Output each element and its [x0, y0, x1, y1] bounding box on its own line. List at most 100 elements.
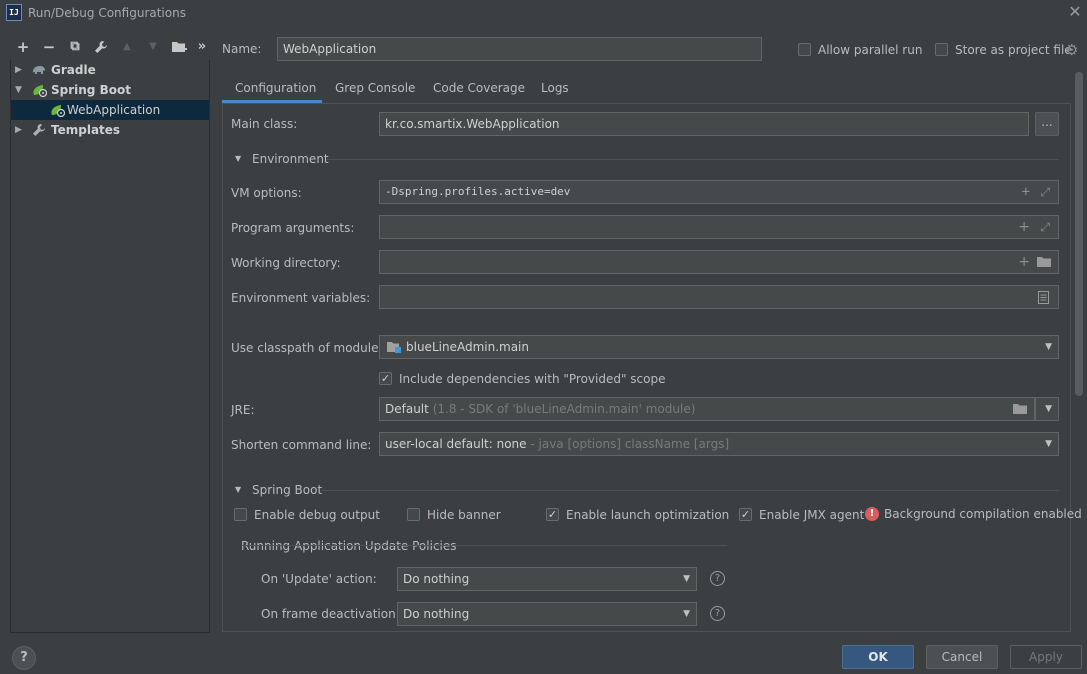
- working-directory-input[interactable]: +: [379, 250, 1059, 274]
- collapse-arrow-icon[interactable]: ▼: [235, 154, 241, 163]
- hide-banner-label: Hide banner: [427, 508, 501, 522]
- update-policies-title: Running Application Update Policies: [241, 539, 457, 553]
- vm-options-label: VM options:: [231, 186, 302, 200]
- configuration-tree[interactable]: ▶ Gradle ▼ Spring Boot WebApplication ▶ …: [10, 60, 210, 633]
- tab-configuration[interactable]: Configuration: [222, 78, 322, 103]
- jre-label: JRE:: [231, 403, 255, 417]
- folder-icon[interactable]: [1012, 403, 1028, 415]
- expand-icon[interactable]: ⤢: [1040, 216, 1050, 238]
- store-project-checkbox[interactable]: [935, 43, 948, 56]
- collapse-arrow-icon[interactable]: ▼: [235, 485, 241, 494]
- tree-item-label: WebApplication: [67, 103, 161, 117]
- jre-input[interactable]: Default (1.8 - SDK of 'blueLineAdmin.mai…: [379, 397, 1035, 421]
- on-update-select[interactable]: Do nothing ▼: [397, 567, 697, 591]
- wrench-icon[interactable]: [92, 38, 110, 56]
- remove-configuration-button[interactable]: −: [40, 38, 58, 56]
- vm-options-input[interactable]: -Dspring.profiles.active=dev + ⤢: [379, 180, 1059, 204]
- folder-icon[interactable]: [1036, 256, 1052, 268]
- expand-arrow-icon[interactable]: ▶: [15, 60, 22, 80]
- enable-jmx-agent-checkbox[interactable]: ✓: [739, 508, 752, 521]
- include-dependencies-checkbox[interactable]: ✓: [379, 372, 392, 385]
- browse-main-class-button[interactable]: ...: [1035, 112, 1059, 136]
- program-arguments-label: Program arguments:: [231, 221, 355, 235]
- allow-parallel-label: Allow parallel run: [818, 43, 923, 57]
- chevron-down-icon: ▼: [1045, 404, 1052, 414]
- vertical-scrollbar[interactable]: [1075, 72, 1083, 396]
- enable-launch-optimization-checkbox[interactable]: ✓: [546, 508, 559, 521]
- main-class-input[interactable]: kr.co.smartix.WebApplication: [379, 112, 1029, 136]
- section-divider: [322, 490, 1059, 491]
- tree-item-gradle[interactable]: ▶ Gradle: [11, 60, 209, 80]
- expand-arrow-icon[interactable]: ▶: [15, 120, 22, 140]
- classpath-select[interactable]: blueLineAdmin.main ▼: [379, 335, 1059, 359]
- tree-item-templates[interactable]: ▶ Templates: [11, 120, 209, 140]
- help-button[interactable]: ?: [12, 646, 36, 670]
- move-up-button[interactable]: ▲: [118, 38, 136, 56]
- allow-parallel-checkbox[interactable]: [798, 43, 811, 56]
- chevron-down-icon: ▼: [1045, 439, 1052, 449]
- wrench-icon: [32, 123, 46, 143]
- cancel-button[interactable]: Cancel: [926, 645, 998, 669]
- new-folder-icon[interactable]: [170, 38, 188, 56]
- vm-options-value: -Dspring.profiles.active=dev: [385, 185, 571, 198]
- enable-debug-output-label: Enable debug output: [254, 508, 380, 522]
- classpath-value: blueLineAdmin.main: [406, 340, 529, 354]
- section-divider: [327, 159, 1059, 160]
- enable-debug-output-checkbox[interactable]: [234, 508, 247, 521]
- shorten-command-label: Shorten command line:: [231, 438, 372, 452]
- tab-grep-console[interactable]: Grep Console: [335, 78, 415, 103]
- intellij-app-icon: IJ: [6, 4, 22, 21]
- shorten-command-hint: - java [options] className [args]: [530, 437, 730, 451]
- environment-variables-input[interactable]: [379, 285, 1059, 309]
- close-icon[interactable]: ✕: [1066, 2, 1084, 22]
- name-label: Name:: [222, 42, 262, 56]
- module-icon: [386, 341, 402, 353]
- on-frame-deactivation-label: On frame deactivation:: [261, 607, 400, 621]
- name-input[interactable]: WebApplication: [277, 37, 762, 61]
- hide-banner-checkbox[interactable]: [407, 508, 420, 521]
- plus-icon[interactable]: +: [1018, 251, 1030, 273]
- more-icon[interactable]: »: [196, 38, 208, 56]
- jre-hint: (1.8 - SDK of 'blueLineAdmin.main' modul…: [432, 402, 696, 416]
- chevron-down-icon: ▼: [683, 609, 690, 619]
- on-update-label: On 'Update' action:: [261, 572, 377, 586]
- move-down-button[interactable]: ▼: [144, 38, 162, 56]
- plus-icon[interactable]: +: [1022, 181, 1030, 203]
- policies-divider: [241, 545, 727, 546]
- main-class-label: Main class:: [231, 117, 298, 131]
- copy-configuration-button[interactable]: ⧉: [66, 38, 84, 56]
- store-project-label: Store as project file: [955, 43, 1072, 57]
- tree-item-label: Templates: [51, 123, 121, 137]
- tab-logs[interactable]: Logs: [541, 78, 569, 103]
- include-dependencies-label: Include dependencies with "Provided" sco…: [399, 372, 666, 386]
- tab-code-coverage[interactable]: Code Coverage: [433, 78, 525, 103]
- working-directory-label: Working directory:: [231, 256, 341, 270]
- collapse-arrow-icon[interactable]: ▼: [15, 80, 22, 100]
- jre-value: Default: [385, 402, 429, 416]
- help-icon[interactable]: ?: [710, 571, 725, 586]
- chevron-down-icon: ▼: [1045, 342, 1052, 352]
- enable-launch-optimization-label: Enable launch optimization: [566, 508, 730, 522]
- plus-icon[interactable]: +: [1018, 216, 1030, 238]
- environment-section-title: Environment: [252, 152, 329, 166]
- on-frame-deactivation-value: Do nothing: [403, 607, 470, 621]
- spring-boot-section-title: Spring Boot: [252, 483, 323, 497]
- tree-item-webapplication[interactable]: WebApplication: [11, 100, 209, 120]
- add-configuration-button[interactable]: +: [14, 38, 32, 56]
- window-title: Run/Debug Configurations: [28, 6, 186, 20]
- background-compilation-label: Background compilation enabled: [884, 507, 1082, 521]
- tree-item-label: Spring Boot: [51, 83, 131, 97]
- shorten-command-select[interactable]: user-local default: none - java [options…: [379, 432, 1059, 456]
- program-arguments-input[interactable]: + ⤢: [379, 215, 1059, 239]
- expand-icon[interactable]: ⤢: [1040, 181, 1050, 203]
- error-icon: !: [865, 507, 879, 521]
- jre-dropdown-button[interactable]: ▼: [1035, 397, 1059, 421]
- gear-icon[interactable]: ⚙: [1065, 41, 1078, 59]
- help-icon[interactable]: ?: [710, 606, 725, 621]
- classpath-label: Use classpath of module:: [231, 341, 383, 355]
- apply-button[interactable]: Apply: [1010, 645, 1082, 669]
- tree-item-spring-boot[interactable]: ▼ Spring Boot: [11, 80, 209, 100]
- document-icon[interactable]: [1038, 291, 1049, 304]
- on-frame-deactivation-select[interactable]: Do nothing ▼: [397, 602, 697, 626]
- ok-button[interactable]: OK: [842, 645, 914, 669]
